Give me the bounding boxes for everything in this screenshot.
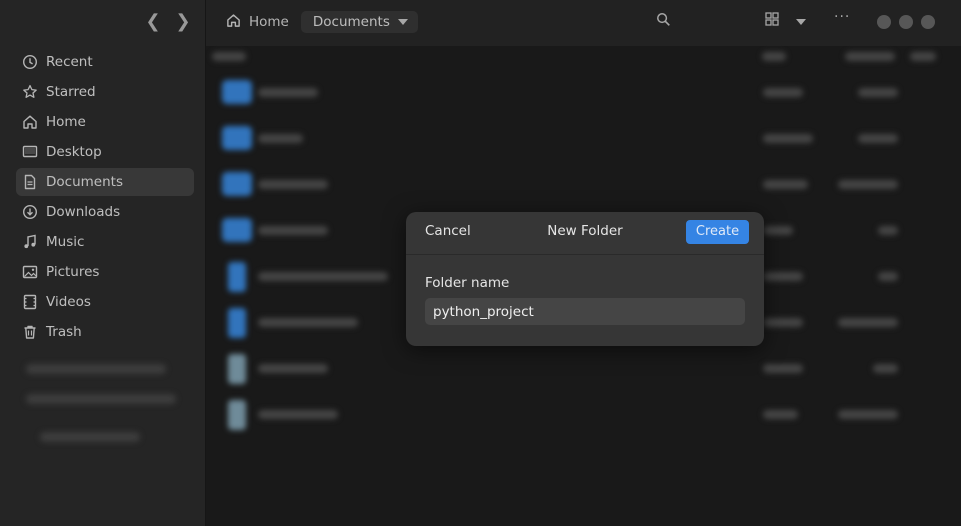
dialog-header: Cancel New Folder Create (406, 212, 764, 255)
new-folder-dialog: Cancel New Folder Create Folder name (406, 212, 764, 346)
folder-name-label: Folder name (425, 275, 510, 291)
folder-name-input[interactable] (425, 298, 745, 325)
create-button[interactable]: Create (686, 220, 749, 244)
